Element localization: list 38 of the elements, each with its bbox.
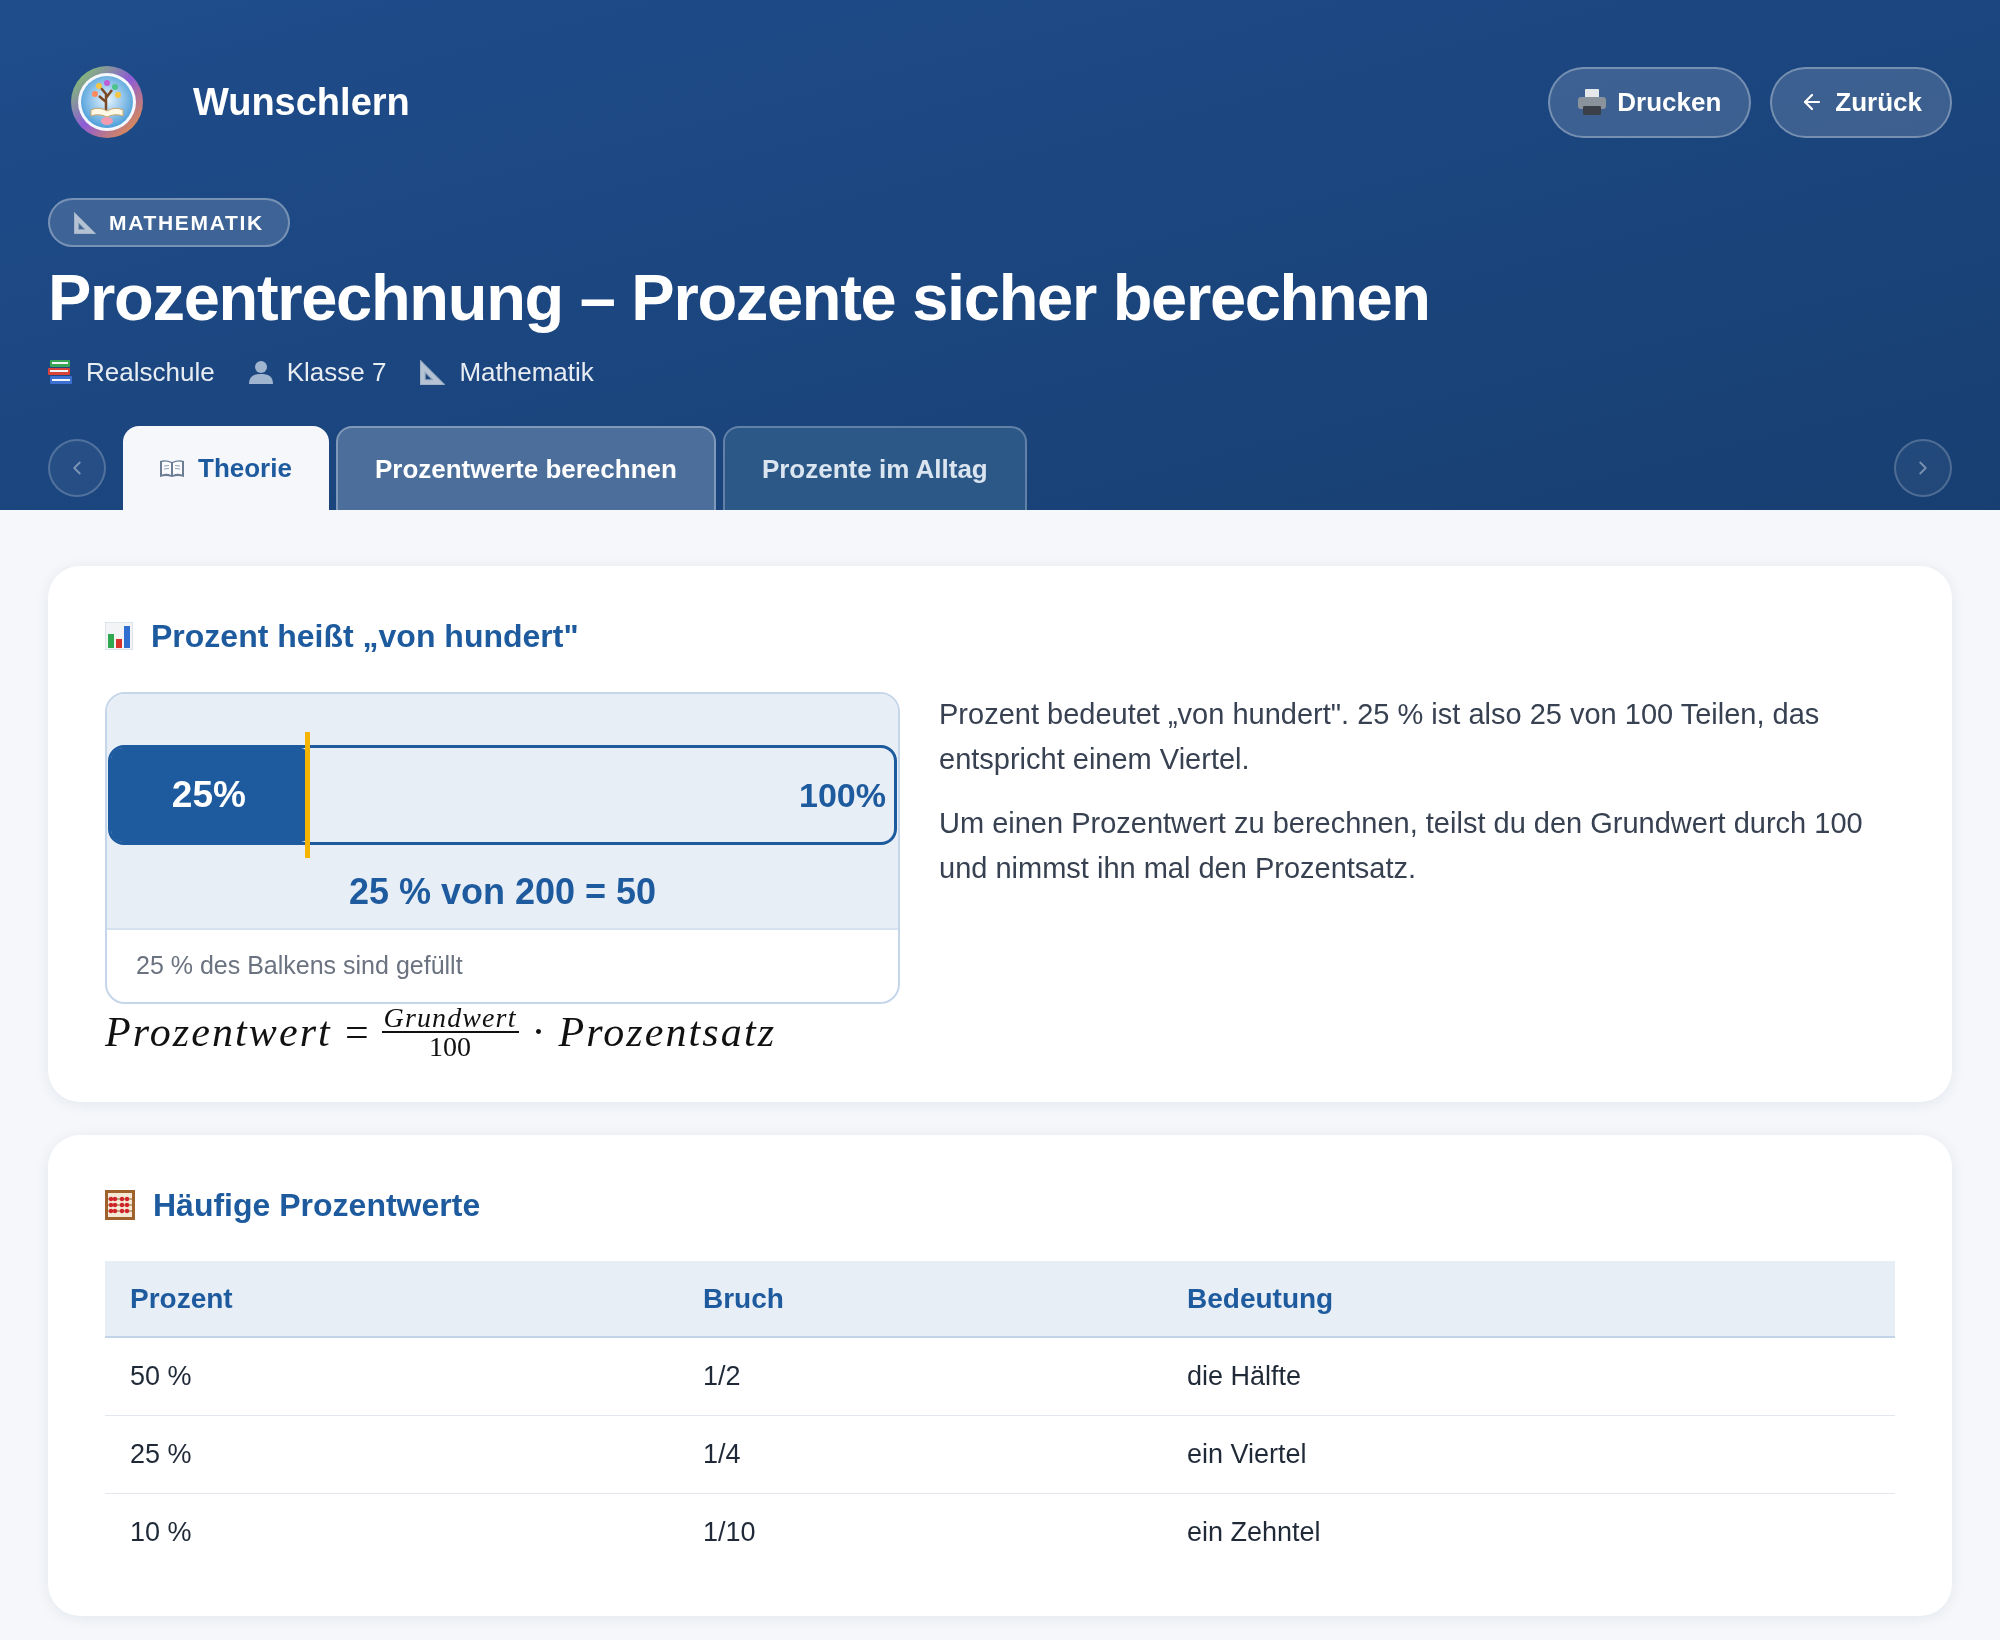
- meta-label: Klasse 7: [286, 357, 387, 387]
- abacus-icon: [105, 1190, 135, 1220]
- card-heading: Häufige Prozentwerte: [153, 1187, 481, 1223]
- page-title: Prozentrechnung – Prozente sicher berechnen: [48, 260, 1431, 336]
- site-title: Wunschlern: [193, 79, 410, 125]
- table-header-cell-text: Bedeutung: [1186, 1281, 1335, 1316]
- person-silhouette-icon: [248, 360, 273, 384]
- print-button[interactable]: Drucken: [1548, 66, 1752, 138]
- table-cell-text: die Hälfte: [1186, 1360, 1303, 1394]
- open-book-icon: [160, 459, 184, 477]
- equation-text: 25 % von 200 = 50: [348, 871, 657, 913]
- body-paragraph: Prozent bedeutet „von hundert". 25 % ist also 25 von 100 Teilen, das entspricht einem Viertel.: [939, 697, 1821, 777]
- tab[interactable]: Prozentwerte berechnen: [335, 426, 716, 510]
- back-button[interactable]: Zurück: [1770, 66, 1952, 138]
- meta-label: Realschule: [86, 357, 215, 387]
- books-icon: [48, 360, 72, 384]
- body-paragraph: Um einen Prozentwert zu berechnen, teilst du den Grundwert durch 100 und nimmst ihn mal den Prozentsatz.: [939, 806, 1864, 886]
- tree-book-logo: [71, 66, 143, 138]
- printer-icon: [1578, 89, 1607, 115]
- badge-label: MATHEMATIK: [109, 209, 264, 236]
- fill-label: 25%: [171, 773, 246, 818]
- table-cell-text: 1/2: [702, 1360, 742, 1394]
- end-label: 100%: [799, 774, 886, 816]
- table-header-cell-text: Prozent: [129, 1281, 234, 1316]
- table-cell-text: ein Zehntel: [1186, 1516, 1322, 1550]
- table-cell-text: 10 %: [129, 1516, 193, 1550]
- table-header-cell-text: Bruch: [702, 1281, 785, 1316]
- table-cell-text: 50 %: [129, 1360, 193, 1394]
- table-cell-text: 1/10: [702, 1516, 757, 1550]
- table-cell-text: 1/4: [702, 1438, 742, 1472]
- card-heading: Prozent heißt „von hundert": [151, 618, 579, 654]
- meta-label: Mathematik: [459, 357, 594, 387]
- table-cell-text: 25 %: [129, 1438, 193, 1472]
- tab[interactable]: Prozente im Alltag: [722, 426, 1027, 510]
- table-cell-text: ein Viertel: [1186, 1438, 1308, 1472]
- bar-chart-icon: [105, 622, 133, 650]
- tab[interactable]: Theorie: [123, 426, 329, 510]
- caption-text: 25 % des Balkens sind gefüllt: [136, 950, 463, 982]
